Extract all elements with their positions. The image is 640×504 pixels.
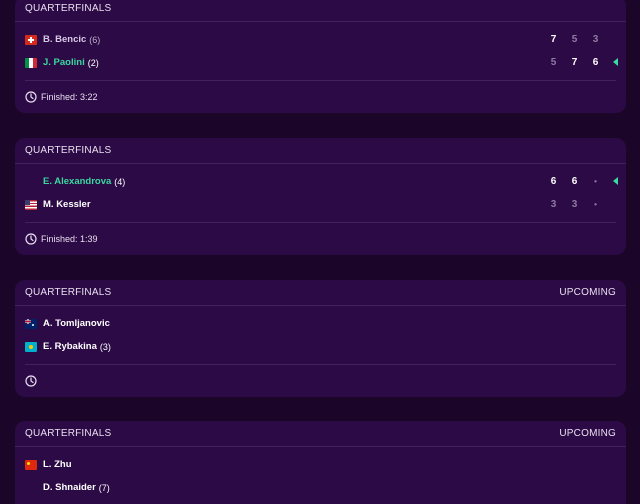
winner-arrow-icon: [613, 177, 618, 185]
set-scores: 7 5 3: [543, 28, 606, 51]
player-name: L. Zhu: [43, 459, 72, 470]
set-score: 3: [571, 199, 578, 210]
set-scores: 3 3 •: [543, 193, 606, 216]
set-score: 7: [571, 57, 578, 68]
clock-icon: [25, 375, 37, 387]
blank-flag-icon: [25, 483, 37, 493]
match-header: QUARTERFINALS: [15, 0, 626, 22]
player-row[interactable]: A. Tomljanovic: [25, 312, 616, 335]
blank-flag-icon: [25, 177, 37, 187]
player-seed: (4): [114, 176, 126, 187]
match-footer: [25, 364, 616, 397]
player-row[interactable]: E. Rybakina (3): [25, 335, 616, 358]
china-flag-icon: [25, 459, 37, 470]
player-row[interactable]: B. Bencic (6) 7 5 3: [25, 28, 616, 51]
player-name: J. Paolini: [43, 57, 85, 68]
match-footer: Finished: 3:22: [25, 80, 616, 113]
italy-flag-icon: [25, 57, 37, 68]
set-score: 6: [550, 176, 557, 187]
player-seed: (2): [87, 57, 99, 68]
player-seed: (6): [89, 34, 101, 45]
player-name: A. Tomljanovic: [43, 318, 110, 329]
clock-icon: [25, 91, 37, 103]
round-label: QUARTERFINALS: [25, 145, 112, 156]
set-score: 5: [550, 57, 557, 68]
match-header: QUARTERFINALS: [15, 138, 626, 164]
set-score: •: [594, 200, 597, 209]
match-card-4[interactable]: QUARTERFINALS UPCOMING L. Zhu D. Shnaide…: [15, 421, 626, 504]
match-duration: Finished: 1:39: [41, 234, 98, 244]
player-row[interactable]: L. Zhu: [25, 453, 616, 476]
set-score: 6: [571, 176, 578, 187]
match-status: UPCOMING: [559, 287, 616, 298]
match-list: QUARTERFINALS B. Bencic (6) 7 5 3 J. Pao…: [0, 0, 640, 504]
match-header: QUARTERFINALS UPCOMING: [15, 421, 626, 447]
round-label: QUARTERFINALS: [25, 3, 112, 14]
round-label: QUARTERFINALS: [25, 287, 112, 298]
australia-flag-icon: [25, 318, 37, 329]
set-scores: 6 6 •: [543, 170, 618, 193]
match-card-3[interactable]: QUARTERFINALS UPCOMING A. Tomljanovic E.…: [15, 280, 626, 397]
player-name: D. Shnaider: [43, 482, 96, 493]
match-status: UPCOMING: [559, 428, 616, 439]
set-score: •: [594, 177, 597, 186]
match-header: QUARTERFINALS UPCOMING: [15, 280, 626, 306]
match-card-2[interactable]: QUARTERFINALS E. Alexandrova (4) 6 6 • M…: [15, 138, 626, 255]
player-row[interactable]: D. Shnaider (7): [25, 476, 616, 499]
match-footer: Finished: 1:39: [25, 222, 616, 255]
usa-flag-icon: [25, 199, 37, 210]
winner-arrow-icon: [613, 58, 618, 66]
player-name: B. Bencic: [43, 34, 87, 45]
player-row[interactable]: M. Kessler 3 3 •: [25, 193, 616, 216]
player-row[interactable]: E. Alexandrova (4) 6 6 •: [25, 170, 618, 193]
set-score: 3: [550, 199, 557, 210]
set-score: 3: [592, 34, 599, 45]
switzerland-flag-icon: [25, 34, 37, 45]
player-row[interactable]: J. Paolini (2) 5 7 6: [25, 51, 618, 74]
kazakhstan-flag-icon: [25, 341, 37, 352]
clock-icon: [25, 233, 37, 245]
set-score: 7: [550, 34, 557, 45]
player-seed: (3): [99, 341, 111, 352]
set-scores: 5 7 6: [543, 51, 618, 74]
match-card-1[interactable]: QUARTERFINALS B. Bencic (6) 7 5 3 J. Pao…: [15, 0, 626, 113]
player-name: E. Rybakina: [43, 341, 97, 352]
match-duration: Finished: 3:22: [41, 92, 98, 102]
player-name: E. Alexandrova: [43, 176, 112, 187]
set-score: 5: [571, 34, 578, 45]
round-label: QUARTERFINALS: [25, 428, 112, 439]
player-seed: (7): [98, 482, 110, 493]
set-score: 6: [592, 57, 599, 68]
player-name: M. Kessler: [43, 199, 91, 210]
